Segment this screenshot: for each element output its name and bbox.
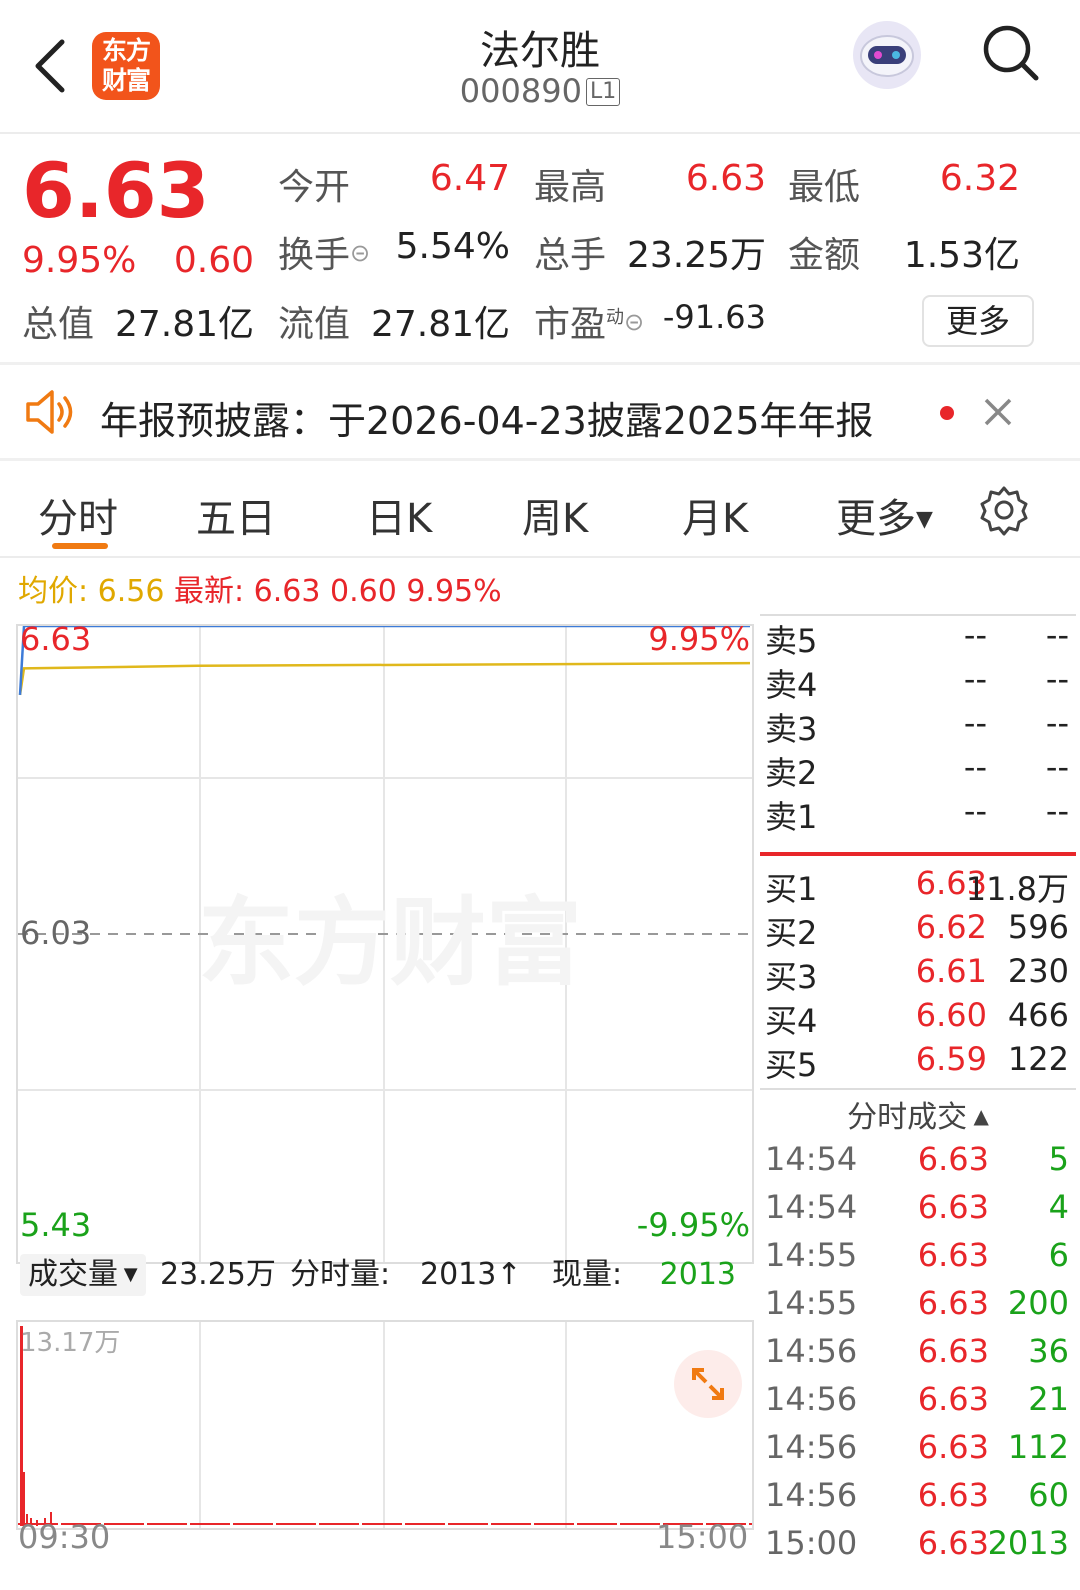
now-vol-value: 2013 [659, 1257, 736, 1292]
info-icon: ⊝ [350, 239, 371, 267]
tab-five-day[interactable]: 五日 [196, 486, 276, 544]
dropdown-arrow-icon: ▼ [916, 507, 933, 532]
high-label: 最高 [534, 167, 607, 208]
ask-row-3: 卖3 -- -- [765, 704, 1069, 748]
last-value: 6.63 [253, 574, 321, 609]
minute-vol-value: 2013↑ [420, 1257, 522, 1292]
last-label: 最新: [174, 574, 245, 609]
tick-row: 14:56 6.63 21 [765, 1380, 1069, 1418]
low-value: 6.32 [939, 158, 1020, 199]
avg-label: 均价: [18, 574, 89, 609]
y-pct-top: 9.95% [648, 620, 750, 658]
pe-label[interactable]: 市盈动⊝ [534, 295, 644, 347]
more-quote-button[interactable]: 更多 [922, 295, 1034, 347]
dropdown-arrow-icon: ▼ [118, 1264, 138, 1285]
notice-bar[interactable]: 年报预披露：于2026-04-23披露2025年年报 [0, 366, 1080, 458]
tick-row: 14:55 6.63 200 [765, 1284, 1069, 1322]
mktcap-value: 27.81亿 [114, 304, 254, 345]
volume-scale-label: 13.17万 [20, 1328, 121, 1358]
change-percent: 9.95% [22, 240, 137, 281]
assistant-robot-icon[interactable] [850, 18, 924, 92]
time-end: 15:00 [656, 1518, 749, 1556]
unread-dot [940, 406, 954, 420]
tab-monthly-k[interactable]: 月K [682, 486, 748, 544]
tab-weekly-k[interactable]: 周K [522, 486, 588, 544]
gear-icon [980, 486, 1028, 536]
volume-label: 总手 [534, 235, 607, 276]
bid-row-1: 买1 6.63 11.8万 [765, 864, 1069, 908]
info-icon: ⊝ [624, 308, 645, 336]
turnover-label[interactable]: 换手⊝ [278, 226, 370, 278]
ask-row-2: 卖2 -- -- [765, 748, 1069, 792]
volume-chart[interactable]: 13.17万 [16, 1320, 754, 1530]
low-label: 最低 [788, 167, 861, 208]
tick-row: 14:56 6.63 36 [765, 1332, 1069, 1370]
volume-mode-select[interactable]: 成交量 ▼ [20, 1254, 146, 1296]
float-value: 27.81亿 [370, 304, 510, 345]
tick-row: 14:56 6.63 112 [765, 1428, 1069, 1466]
bid-row-2: 买2 6.62 596 [765, 908, 1069, 952]
y-label-mid: 6.03 [20, 914, 92, 952]
stock-code: 000890 [459, 72, 582, 110]
close-notice-button[interactable] [980, 394, 1016, 430]
turnover-value: 5.54% [395, 226, 510, 267]
tick-row: 14:56 6.63 60 [765, 1476, 1069, 1514]
active-tab-indicator [52, 543, 108, 549]
open-label: 今开 [278, 167, 351, 208]
y-label-bottom: 5.43 [20, 1206, 92, 1244]
time-start: 09:30 [18, 1518, 111, 1556]
volume-chart-svg [18, 1322, 752, 1528]
intraday-chart[interactable]: 东方财富 6.63 9.95% 6.03 5.43 -9.95% [16, 620, 754, 1264]
triangle-up-icon: ▲ [967, 1104, 989, 1128]
fullscreen-button[interactable] [674, 1350, 742, 1418]
amount-value: 1.53亿 [903, 235, 1020, 276]
last-change: 0.60 [330, 574, 397, 609]
bid-row-5: 买5 6.59 122 [765, 1040, 1069, 1084]
tick-row: 14:54 6.63 5 [765, 1140, 1069, 1178]
pe-value: -91.63 [662, 298, 766, 336]
y-pct-bottom: -9.95% [636, 1206, 750, 1244]
ask-row-4: 卖4 -- -- [765, 660, 1069, 704]
now-vol-label: 现量: [552, 1257, 623, 1292]
last-pct: 9.95% [406, 574, 502, 609]
tick-row: 15:00 6.63 2013 [765, 1524, 1069, 1562]
tick-row: 14:55 6.63 6 [765, 1236, 1069, 1274]
tab-daily-k[interactable]: 日K [366, 486, 432, 544]
volume-value: 23.25万 [626, 235, 766, 276]
book-divider [760, 852, 1076, 856]
amount-label: 金额 [788, 235, 861, 276]
price-chart-svg: 东方财富 [18, 626, 752, 1262]
high-value: 6.63 [685, 158, 766, 199]
tab-intraday[interactable]: 分时 [38, 486, 118, 544]
search-button[interactable] [980, 22, 1042, 84]
ask-row-5: 卖5 -- -- [765, 616, 1069, 660]
chart-settings-button[interactable] [978, 484, 1030, 536]
expand-icon [692, 1368, 724, 1400]
ask-row-1: 卖1 -- -- [765, 792, 1069, 836]
change-amount: 0.60 [173, 240, 254, 281]
float-label: 流值 [278, 304, 351, 345]
tick-row: 14:54 6.63 4 [765, 1188, 1069, 1226]
bid-row-3: 买3 6.61 230 [765, 952, 1069, 996]
close-icon [984, 398, 1012, 426]
pe-dynamic-sup: 动 [606, 307, 625, 328]
notice-text[interactable]: 年报预披露：于2026-04-23披露2025年年报 [100, 390, 874, 445]
volume-total: 23.25万 [160, 1257, 276, 1292]
minute-vol-label: 分时量: [290, 1257, 391, 1292]
search-icon [983, 25, 1039, 81]
avg-value: 6.56 [97, 574, 165, 609]
y-label-top: 6.63 [20, 620, 92, 658]
chart-watermark: 东方财富 [198, 887, 582, 999]
mktcap-label: 总值 [22, 304, 95, 345]
tab-more[interactable]: 更多▼ [836, 486, 933, 544]
level-badge: L1 [585, 78, 621, 106]
speaker-icon [26, 390, 73, 434]
bid-row-4: 买4 6.60 466 [765, 996, 1069, 1040]
ticks-header[interactable]: 分时成交 ▲ [760, 1092, 1076, 1136]
last-price: 6.63 [22, 146, 210, 235]
open-value: 6.47 [429, 158, 510, 199]
chart-legend: 均价: 6.56 最新: 6.63 0.60 9.95% [18, 566, 502, 610]
